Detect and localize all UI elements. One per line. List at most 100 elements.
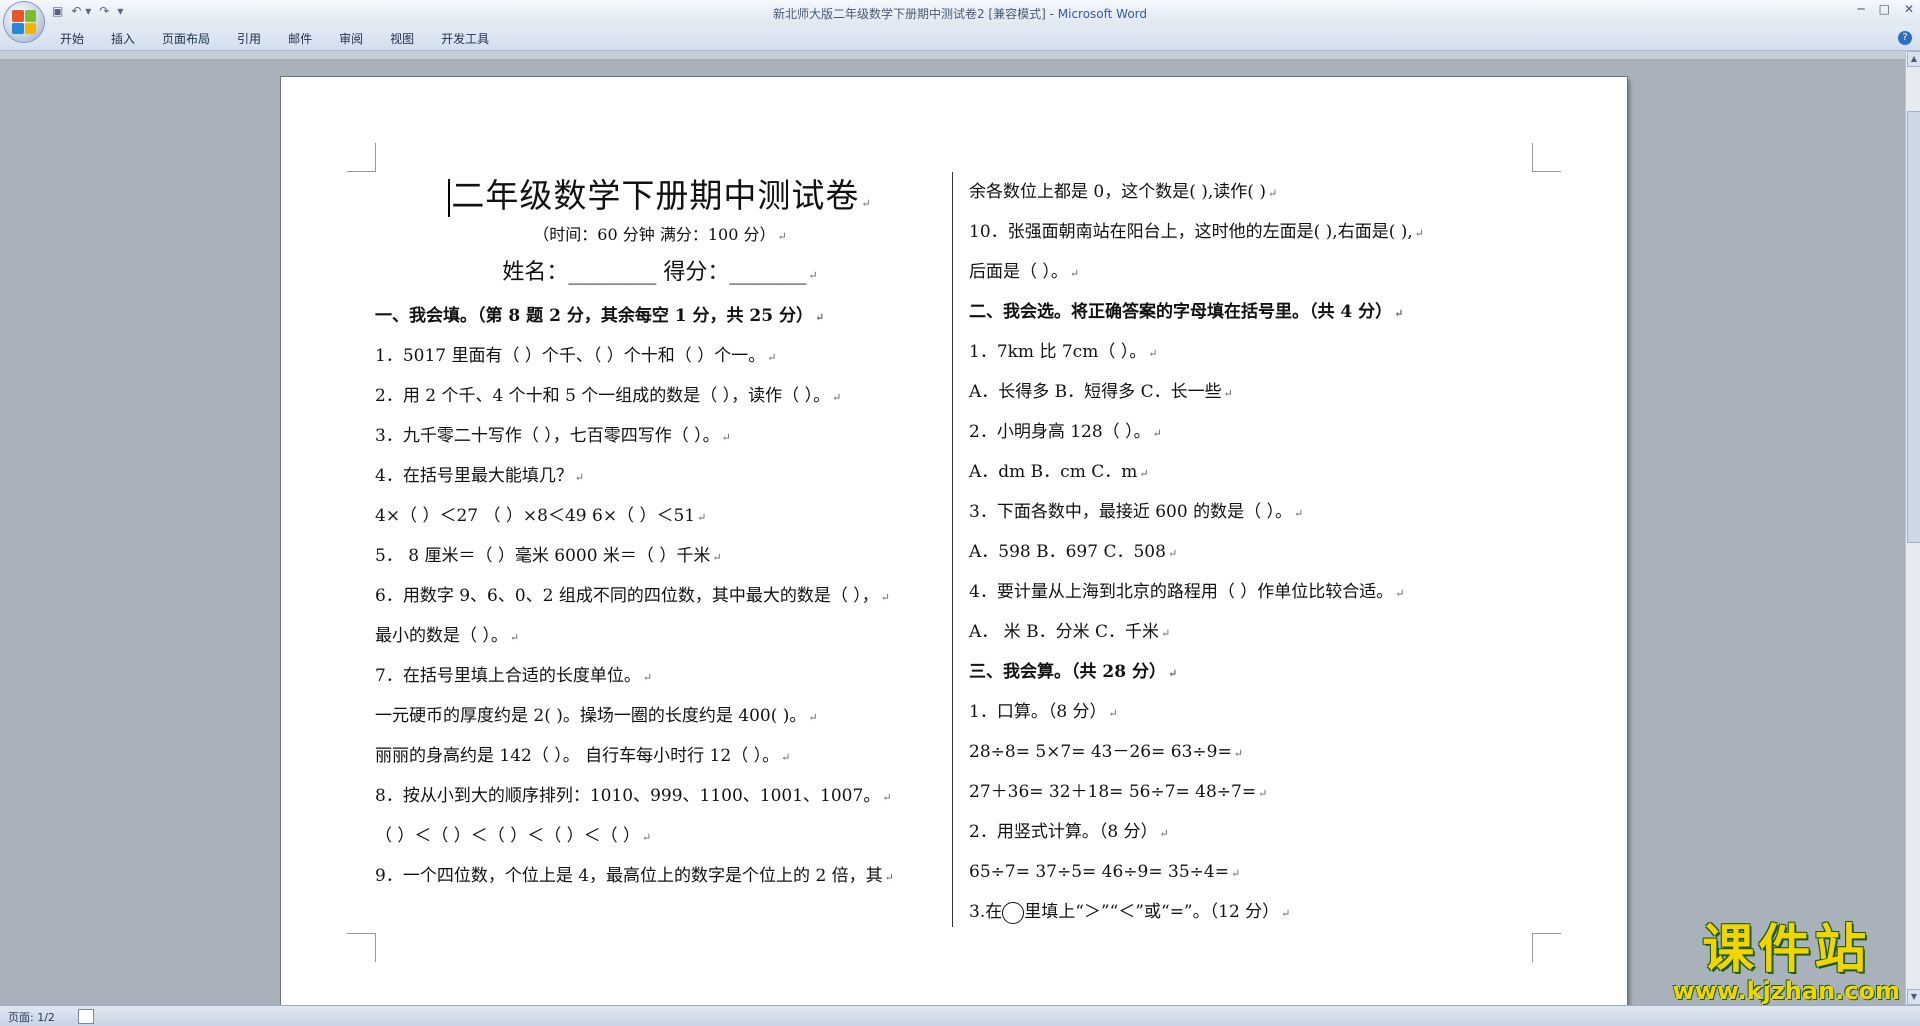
scroll-down-icon[interactable]: ▼ — [1907, 989, 1920, 1005]
tab-mailings[interactable]: 邮件 — [288, 30, 312, 47]
question-line: 1．7km 比 7cm（ ）。 ↵ — [969, 342, 1158, 362]
maximize-icon[interactable]: □ — [1879, 2, 1890, 16]
section-heading: 一、我会填。（第 8 题 2 分，其余每空 1 分，共 25 分） ↵ — [375, 306, 825, 326]
crop-mark — [1532, 933, 1561, 962]
scroll-up-icon[interactable]: ▲ — [1907, 51, 1920, 67]
question-text: 4．在括号里最大能填几？ — [375, 466, 573, 486]
question-text: 余各数位上都是 0，这个数是( ),读作( ) — [969, 182, 1266, 202]
tab-page-layout[interactable]: 页面布局 — [162, 30, 210, 47]
question-text: 65÷7= 37÷5= 46÷9= 35÷4= — [969, 862, 1229, 882]
question-line: （ ）＜（ ）＜（ ）＜（ ）＜（ ） ↵ — [375, 826, 652, 846]
question-text: 1．7km 比 7cm（ ）。 — [969, 342, 1147, 362]
watermark-url: www.kjzhan.com — [1672, 977, 1900, 1005]
proofing-icon[interactable] — [78, 1009, 94, 1024]
question-text: A． 米 B．分米 C．千米 — [969, 622, 1159, 642]
document-page[interactable]: 二年级数学下册期中测试卷 ↵ （时间：60 分钟 满分：100 分） ↵ 姓名：__… — [281, 77, 1627, 1005]
question-line: 丽丽的身高约是 142（ ）。 自行车每小时行 12（ ）。 ↵ — [375, 746, 791, 766]
question-line: 28÷8= 5×7= 43－26= 63÷9= ↵ — [969, 742, 1243, 762]
window-controls: ─ □ ✕ — [1857, 2, 1914, 16]
question-text: 一元硬币的厚度约是 2( )。操场一圈的长度约是 400( )。 — [375, 706, 807, 726]
question-text: 8．按从小到大的顺序排列：1010、999、1100、1001、1007。 — [375, 786, 881, 806]
question-text: 4．要计量从上海到北京的路程用（ ）作单位比较合适。 — [969, 582, 1394, 602]
office-button[interactable] — [4, 2, 44, 42]
question-text: A．598 B．697 C．508 — [969, 542, 1166, 562]
question-text: 一、我会填。（第 8 题 2 分，其余每空 1 分，共 25 分） — [375, 306, 813, 326]
crop-mark — [1532, 143, 1561, 172]
question-text: 7．在括号里填上合适的长度单位。 — [375, 666, 641, 686]
tab-list: 开始 插入 页面布局 引用 邮件 审阅 视图 开发工具 — [60, 30, 489, 47]
question-line: 3．九千零二十写作（ ），七百零四写作（ ）。 ↵ — [375, 426, 731, 446]
question-line: 9．一个四位数，个位上是 4，最高位上的数字是个位上的 2 倍，其 ↵ — [375, 866, 894, 886]
ribbon-tabs: 开始 插入 页面布局 引用 邮件 审阅 视图 开发工具 ? — [0, 26, 1920, 51]
document-name: 新北师大版二年级数学下册期中测试卷2 [兼容模式] - — [772, 7, 1058, 21]
question-text: 4×（ ）＜27 （ ）×8＜49 6×（ ）＜51 — [375, 506, 696, 526]
document-title-text: 二年级数学下册期中测试卷 — [451, 176, 860, 215]
question-text: 10．张强面朝南站在阳台上，这时他的左面是( ),右面是( ), — [969, 222, 1413, 242]
close-icon[interactable]: ✕ — [1904, 2, 1914, 16]
question-line: 5． 8 厘米＝（ ）毫米 6000 米＝（ ）千米 ↵ — [375, 546, 722, 566]
document-title: 二年级数学下册期中测试卷 ↵ — [375, 172, 945, 220]
help-icon[interactable]: ? — [1898, 31, 1912, 45]
minimize-icon[interactable]: ─ — [1857, 2, 1864, 16]
compare-suffix: 里填上“＞”“＜”或“=”。（12 分） — [1024, 902, 1280, 922]
document-subtitle: （时间：60 分钟 满分：100 分） ↵ — [533, 225, 787, 244]
question-text: 丽丽的身高约是 142（ ）。 自行车每小时行 12（ ）。 — [375, 746, 780, 766]
tab-home[interactable]: 开始 — [60, 30, 84, 47]
question-text: 最小的数是（ ）。 — [375, 626, 508, 646]
crop-mark — [347, 933, 376, 962]
left-question-list: 一、我会填。（第 8 题 2 分，其余每空 1 分，共 25 分） ↵ 1．5017… — [375, 296, 945, 896]
question-line: A．长得多 B．短得多 C．长一些 ↵ — [969, 382, 1233, 402]
question-text: 2．用竖式计算。（8 分） — [969, 822, 1158, 842]
page-indicator[interactable]: 页面: 1/2 — [8, 1009, 55, 1025]
compare-question-line: 3.在 里填上“＞”“＜”或“=”。（12 分） ↵ — [969, 901, 1291, 924]
office-logo-icon — [12, 10, 36, 34]
question-text: A．dm B．cm C．m — [969, 462, 1138, 482]
tab-developer[interactable]: 开发工具 — [441, 30, 489, 47]
question-text: 3．九千零二十写作（ ），七百零四写作（ ）。 — [375, 426, 720, 446]
question-line: 余各数位上都是 0，这个数是( ),读作( ) ↵ — [969, 182, 1278, 202]
status-bar: 页面: 1/2 — [0, 1005, 1920, 1026]
crop-mark — [347, 143, 376, 172]
question-line: 2．用 2 个千、4 个十和 5 个一组成的数是（ ），读作（ ）。 ↵ — [375, 386, 842, 406]
question-line: 3．下面各数中，最接近 600 的数是（ ）。 ↵ — [969, 502, 1304, 522]
question-text: 2．用 2 个千、4 个十和 5 个一组成的数是（ ），读作（ ）。 — [375, 386, 831, 406]
question-line: 后面是（ ）。 ↵ — [969, 262, 1080, 282]
tab-references[interactable]: 引用 — [237, 30, 261, 47]
question-text: 5． 8 厘米＝（ ）毫米 6000 米＝（ ）千米 — [375, 546, 711, 566]
window-title: 新北师大版二年级数学下册期中测试卷2 [兼容模式] - Microsoft Wo… — [0, 5, 1920, 22]
column-divider — [952, 172, 953, 927]
circle-icon — [1002, 901, 1025, 924]
question-line: 4．要计量从上海到北京的路程用（ ）作单位比较合适。 ↵ — [969, 582, 1405, 602]
question-line: A．dm B．cm C．m ↵ — [969, 462, 1149, 482]
subtitle-text: （时间：60 分钟 满分：100 分） — [533, 225, 776, 244]
left-column: 二年级数学下册期中测试卷 ↵ （时间：60 分钟 满分：100 分） ↵ 姓名：__… — [375, 172, 945, 896]
question-text: 1．口算。（8 分） — [969, 702, 1107, 722]
question-text: 9．一个四位数，个位上是 4，最高位上的数字是个位上的 2 倍，其 — [375, 866, 883, 886]
right-question-list: 余各数位上都是 0，这个数是( ),读作( ) ↵ 10．张强面朝南站在阳台上，这时… — [969, 172, 1559, 892]
watermark: 课件站 www.kjzhan.com — [1673, 922, 1900, 1004]
question-text: 6．用数字 9、6、0、2 组成不同的四位数，其中最大的数是（ ）， — [375, 586, 879, 606]
tab-insert[interactable]: 插入 — [111, 30, 135, 47]
question-text: A．长得多 B．短得多 C．长一些 — [969, 382, 1222, 402]
question-line: 2．小明身高 128（ ）。 ↵ — [969, 422, 1162, 442]
question-line: 1．口算。（8 分） ↵ — [969, 702, 1118, 722]
section-heading: 三、我会算。（共 28 分） ↵ — [969, 662, 1178, 682]
question-line: A．598 B．697 C．508 ↵ — [969, 542, 1178, 562]
question-text: 27＋36= 32＋18= 56÷7= 48÷7= — [969, 782, 1257, 802]
right-column: 余各数位上都是 0，这个数是( ),读作( ) ↵ 10．张强面朝南站在阳台上，这时… — [969, 172, 1559, 932]
tab-view[interactable]: 视图 — [390, 30, 414, 47]
question-line: 2．用竖式计算。（8 分） ↵ — [969, 822, 1169, 842]
watermark-brand: 课件站 — [1702, 920, 1871, 980]
vertical-scrollbar[interactable]: ▲ ▼ — [1905, 51, 1920, 1005]
scroll-thumb[interactable] — [1907, 111, 1920, 543]
question-line: 10．张强面朝南站在阳台上，这时他的左面是( ),右面是( ), ↵ — [969, 222, 1424, 242]
compare-prefix: 3.在 — [969, 902, 1003, 922]
name-score-text: 姓名：________ 得分：_______ — [502, 260, 807, 285]
question-text: 三、我会算。（共 28 分） — [969, 662, 1166, 682]
tab-review[interactable]: 审阅 — [339, 30, 363, 47]
question-line: 7．在括号里填上合适的长度单位。 ↵ — [375, 666, 653, 686]
question-line: 4×（ ）＜27 （ ）×8＜49 6×（ ）＜51 ↵ — [375, 506, 707, 526]
question-line: 6．用数字 9、6、0、2 组成不同的四位数，其中最大的数是（ ）， ↵ — [375, 586, 891, 606]
question-text: 2．小明身高 128（ ）。 — [969, 422, 1151, 442]
question-text: （ ）＜（ ）＜（ ）＜（ ）＜（ ） — [375, 826, 641, 846]
